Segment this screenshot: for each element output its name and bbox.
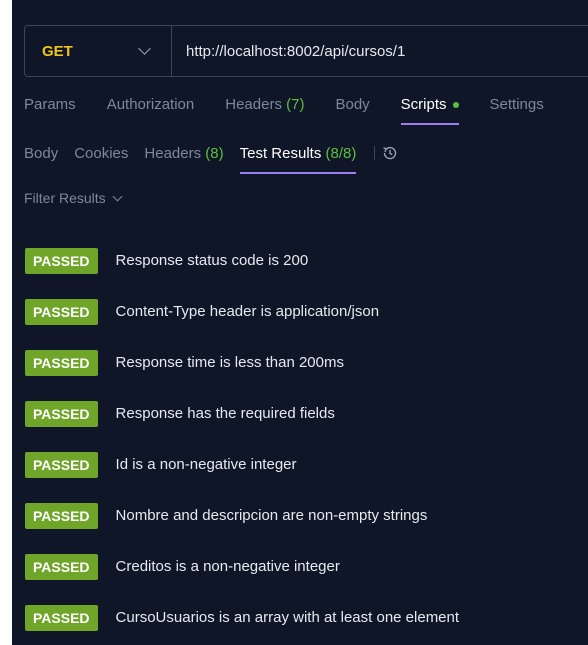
filter-results-dropdown[interactable]: Filter Results: [24, 190, 123, 206]
status-dot-icon: [452, 102, 459, 109]
headers-count: (7): [286, 96, 305, 113]
result-text: CursoUsuarios is an array with at least …: [115, 609, 460, 626]
status-badge: PASSED: [25, 554, 98, 580]
filter-label: Filter Results: [24, 190, 106, 206]
list-item: PASSED Nombre and descripcion are non-em…: [25, 503, 459, 554]
divider: [374, 146, 376, 160]
status-badge: PASSED: [25, 503, 98, 529]
result-text: Response has the required fields: [115, 405, 335, 422]
app-panel: GET http://localhost:8002/api/cursos/1 P…: [12, 0, 588, 645]
method-label: GET: [42, 42, 73, 60]
status-badge: PASSED: [25, 350, 98, 376]
result-text: Response time is less than 200ms: [115, 354, 344, 371]
status-badge: PASSED: [25, 248, 98, 274]
status-badge: PASSED: [25, 605, 98, 631]
test-results-count: (8/8): [325, 144, 357, 162]
list-item: PASSED Response time is less than 200ms: [25, 350, 459, 401]
request-tabs: Params Authorization Headers (7) Body Sc…: [24, 96, 575, 125]
list-item: PASSED CursoUsuarios is an array with at…: [25, 605, 459, 645]
tab-headers[interactable]: Headers (7): [225, 96, 304, 125]
result-text: Creditos is a non-negative integer: [115, 558, 340, 575]
status-badge: PASSED: [25, 452, 98, 478]
result-text: Nombre and descripcion are non-empty str…: [115, 507, 428, 524]
tab-test-results[interactable]: Test Results (8/8): [239, 144, 357, 174]
test-results-list: PASSED Response status code is 200 PASSE…: [25, 248, 459, 645]
tab-settings[interactable]: Settings: [490, 96, 544, 125]
tab-params[interactable]: Params: [24, 96, 76, 125]
status-badge: PASSED: [25, 401, 98, 427]
list-item: PASSED Id is a non-negative integer: [25, 452, 459, 503]
list-item: PASSED Creditos is a non-negative intege…: [25, 554, 459, 605]
response-headers-count: (8): [205, 144, 224, 162]
request-bar: GET http://localhost:8002/api/cursos/1: [24, 25, 588, 77]
result-text: Id is a non-negative integer: [115, 456, 297, 473]
tab-authorization[interactable]: Authorization: [107, 96, 195, 125]
status-badge: PASSED: [25, 299, 98, 325]
result-text: Response status code is 200: [115, 252, 309, 269]
list-item: PASSED Response status code is 200: [25, 248, 459, 299]
chevron-down-icon: [138, 42, 151, 55]
result-text: Content-Type header is application/json: [115, 303, 380, 320]
tab-scripts[interactable]: Scripts: [400, 96, 459, 125]
chevron-down-icon: [112, 191, 123, 201]
response-tabs: Body Cookies Headers (8) Test Results (8…: [24, 144, 399, 174]
tab-response-headers[interactable]: Headers (8): [144, 145, 223, 174]
history-icon[interactable]: [381, 144, 399, 162]
tab-body[interactable]: Body: [335, 96, 369, 125]
list-item: PASSED Response has the required fields: [25, 401, 459, 452]
tab-cookies[interactable]: Cookies: [74, 145, 128, 174]
tab-response-body[interactable]: Body: [24, 145, 58, 174]
method-select[interactable]: GET: [25, 26, 172, 76]
url-input[interactable]: http://localhost:8002/api/cursos/1: [172, 43, 405, 60]
list-item: PASSED Content-Type header is applicatio…: [25, 299, 459, 350]
